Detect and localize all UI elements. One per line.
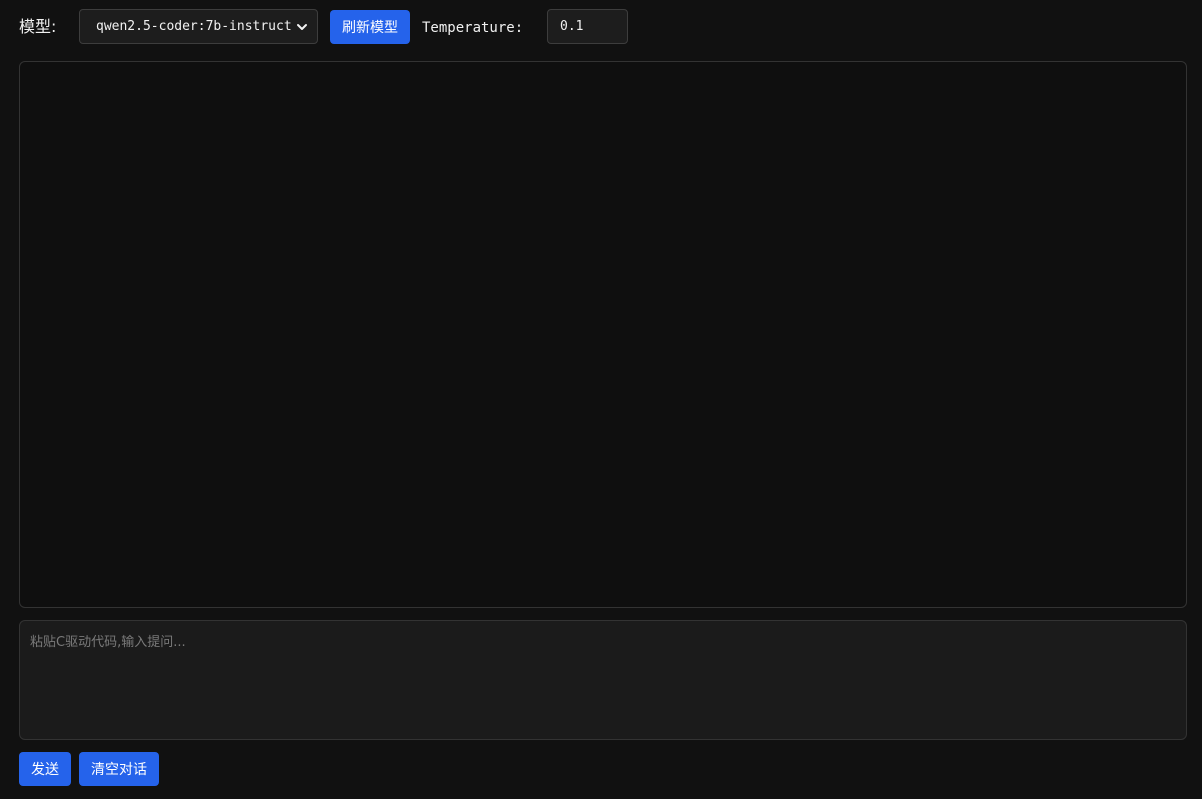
model-select[interactable]: qwen2.5-coder:7b-instruct: [79, 9, 318, 44]
prompt-input[interactable]: 粘贴C驱动代码,输入提问...: [19, 620, 1187, 740]
prompt-placeholder: 粘贴C驱动代码,输入提问...: [30, 635, 186, 650]
chat-history[interactable]: [19, 61, 1187, 608]
refresh-models-button[interactable]: 刷新模型: [330, 10, 410, 44]
chevron-down-icon: [295, 20, 309, 34]
toolbar: 模型: qwen2.5-coder:7b-instruct 刷新模型 Tempe…: [0, 0, 1202, 60]
model-label: 模型:: [19, 17, 57, 36]
send-button[interactable]: 发送: [19, 752, 71, 786]
temperature-input[interactable]: 0.1: [547, 9, 628, 44]
clear-chat-button[interactable]: 清空对话: [79, 752, 159, 786]
temperature-label: Temperature:: [422, 20, 524, 36]
model-select-value: qwen2.5-coder:7b-instruct: [96, 19, 292, 34]
